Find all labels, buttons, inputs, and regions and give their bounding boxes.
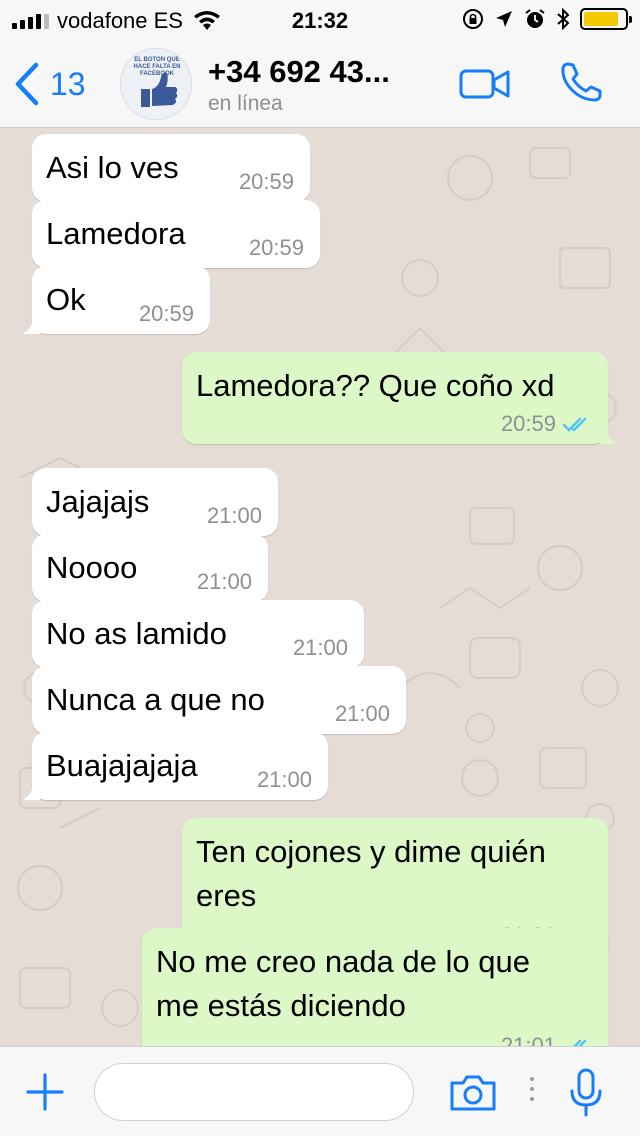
incoming-message[interactable]: Jajajajs 21:00 (32, 468, 278, 536)
read-receipt-icon (562, 417, 587, 432)
conversation-view[interactable]: Asi lo ves 20:59 Lamedora 20:59 Ok 20:59 Lamed… (0, 128, 640, 1046)
incoming-message[interactable]: Noooo 21:00 (32, 534, 268, 602)
message-text: eres (196, 878, 257, 913)
outgoing-message[interactable]: Lamedora?? Que coño xd 20:59 (182, 352, 618, 444)
message-timestamp: 20:59 (500, 411, 556, 436)
back-button[interactable]: 13 (14, 62, 86, 106)
phone-call-icon[interactable] (558, 60, 604, 106)
camera-icon[interactable] (448, 1073, 498, 1113)
message-timestamp: 21:00 (206, 503, 262, 528)
outgoing-message[interactable]: No me creo nada de lo que me estás dicien… (142, 928, 608, 1046)
incoming-message[interactable]: Ok 20:59 (22, 266, 210, 334)
message-input[interactable] (94, 1063, 414, 1121)
message-text: No me creo nada de lo que (156, 944, 530, 979)
message-timestamp: 20:59 (248, 235, 304, 260)
status-right (462, 8, 632, 30)
location-arrow-icon (496, 11, 512, 27)
bluetooth-icon (557, 8, 570, 30)
incoming-message[interactable]: No as lamido 21:00 (32, 600, 364, 668)
chevron-left-icon (15, 62, 39, 106)
message-timestamp: 21:00 (292, 635, 348, 660)
contact-name[interactable]: +34 692 43... (208, 54, 390, 90)
composer-bar (0, 1046, 640, 1136)
bubble-tail (600, 426, 618, 444)
thumbs-up-icon (141, 72, 178, 107)
message-text: me estás diciendo (156, 988, 406, 1023)
message-timestamp: 20:59 (238, 169, 294, 194)
bubble-tail (22, 316, 40, 334)
video-call-icon[interactable] (458, 66, 512, 102)
incoming-message[interactable]: Lamedora 20:59 (32, 200, 320, 268)
contact-avatar[interactable]: EL BOTON QUE HACE FALTA EN FACEBOOK (120, 48, 192, 120)
battery-level (584, 12, 618, 26)
battery-icon (580, 8, 632, 30)
incoming-message[interactable]: Nunca a que no 21:00 (32, 666, 406, 734)
read-receipt-icon (563, 1039, 587, 1046)
plus-icon[interactable] (24, 1071, 66, 1113)
message-timestamp: 21:01 (500, 1033, 556, 1047)
message-timestamp: 21:00 (256, 767, 312, 792)
incoming-message[interactable]: Buajajajaja 21:00 (22, 732, 328, 800)
bubble-tail (22, 782, 40, 800)
status-bar: vodafone ES 21:32 (0, 0, 640, 40)
rotation-lock-icon (463, 9, 483, 29)
message-timestamp: 20:59 (138, 301, 194, 326)
incoming-message[interactable]: Asi lo ves 20:59 (32, 134, 310, 202)
more-dots-icon[interactable] (530, 1077, 534, 1101)
alarm-clock-icon (525, 9, 545, 28)
message-timestamp: 21:00 (196, 569, 252, 594)
microphone-icon[interactable] (568, 1067, 604, 1119)
chat-header: 13 EL BOTON QUE HACE FALTA EN FACEBOOK +… (0, 40, 640, 128)
contact-status: en línea (208, 92, 283, 115)
message-timestamp: 21:00 (334, 701, 390, 726)
message-text: Ten cojones y dime quién (196, 834, 546, 869)
message-text: Lamedora?? Que coño xd (196, 368, 555, 403)
unread-count: 13 (50, 65, 86, 102)
